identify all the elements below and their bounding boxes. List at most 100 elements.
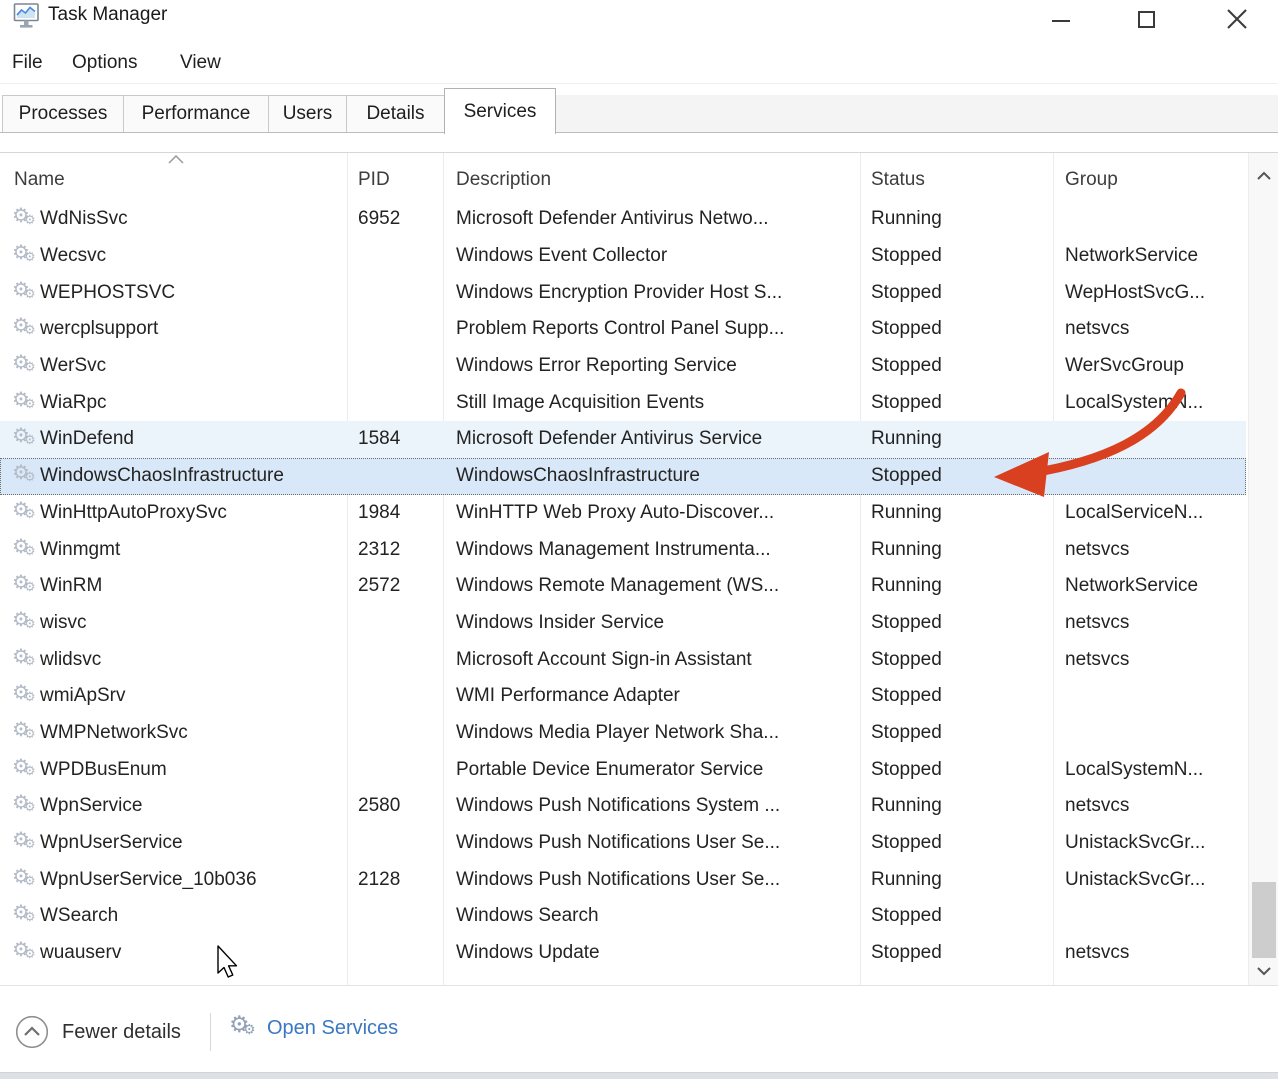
tab-users[interactable]: Users <box>268 95 347 132</box>
service-row[interactable]: ⚙︎⚙︎WiaRpcStill Image Acquisition Events… <box>0 384 1246 421</box>
window-title: Task Manager <box>48 4 167 26</box>
service-description: Windows Media Player Network Sha... <box>456 722 779 744</box>
scroll-up-button[interactable] <box>1249 161 1278 191</box>
service-row[interactable]: ⚙︎⚙︎WpnService2580Windows Push Notificat… <box>0 788 1246 825</box>
task-manager-window: Task Manager File Options View Processes… <box>0 0 1278 1079</box>
tab-performance[interactable]: Performance <box>123 95 269 132</box>
service-status: Stopped <box>871 355 942 377</box>
column-header-status[interactable]: Status <box>871 169 925 191</box>
service-group: netsvcs <box>1065 942 1129 964</box>
service-group: netsvcs <box>1065 649 1129 671</box>
menu-item-options[interactable]: Options <box>72 52 137 74</box>
service-row[interactable]: ⚙︎⚙︎WpnUserServiceWindows Push Notificat… <box>0 825 1246 862</box>
window-bottom-edge <box>0 1072 1278 1079</box>
service-row[interactable]: ⚙︎⚙︎WinHttpAutoProxySvc1984WinHTTP Web P… <box>0 495 1246 532</box>
chevron-up-circle-icon <box>15 1015 49 1049</box>
service-row[interactable]: ⚙︎⚙︎wisvcWindows Insider ServiceStoppedn… <box>0 605 1246 642</box>
service-name: WinDefend <box>40 428 134 450</box>
service-group: netsvcs <box>1065 612 1129 634</box>
service-gear-icon: ⚙︎⚙︎ <box>12 463 38 489</box>
service-description: Windows Management Instrumenta... <box>456 539 771 561</box>
service-row[interactable]: ⚙︎⚙︎Winmgmt2312Windows Management Instru… <box>0 531 1246 568</box>
column-header-pid[interactable]: PID <box>358 169 390 191</box>
service-name: WerSvc <box>40 355 106 377</box>
service-description: Windows Error Reporting Service <box>456 355 737 377</box>
open-services-label: Open Services <box>267 1017 398 1040</box>
service-status: Stopped <box>871 245 942 267</box>
service-row[interactable]: ⚙︎⚙︎WdNisSvc6952Microsoft Defender Antiv… <box>0 201 1246 238</box>
service-row[interactable]: ⚙︎⚙︎WerSvc Windows Error Reporting Servic… <box>0 348 1246 385</box>
service-status: Stopped <box>871 905 942 927</box>
service-row[interactable]: ⚙︎⚙︎WPDBusEnumPortable Device Enumerator… <box>0 751 1246 788</box>
service-status: Running <box>871 795 942 817</box>
maximize-button[interactable] <box>1121 0 1173 36</box>
service-row[interactable]: ⚙︎⚙︎WEPHOSTSVCWindows Encryption Provide… <box>0 274 1246 311</box>
services-gear-icon: ⚙︎ ⚙︎ <box>229 1013 257 1043</box>
task-manager-app-icon <box>13 1 40 31</box>
service-status: Stopped <box>871 612 942 634</box>
service-name: wmiApSrv <box>40 685 126 707</box>
scrollbar[interactable] <box>1248 153 1278 986</box>
fewer-details-label: Fewer details <box>62 1021 181 1044</box>
service-description: Windows Insider Service <box>456 612 664 634</box>
service-row[interactable]: ⚙︎⚙︎wercplsupportProblem Reports Control… <box>0 311 1246 348</box>
close-button[interactable] <box>1211 0 1263 36</box>
service-name: WinHttpAutoProxySvc <box>40 502 227 524</box>
service-description: Microsoft Defender Antivirus Service <box>456 428 762 450</box>
service-name: wuauserv <box>40 942 121 964</box>
open-services-link[interactable]: ⚙︎ ⚙︎ Open Services <box>229 1013 398 1043</box>
service-gear-icon: ⚙︎⚙︎ <box>12 206 38 232</box>
chevron-down-icon <box>1256 966 1272 976</box>
service-row[interactable]: ⚙︎⚙︎wlidsvcMicrosoft Account Sign-in Ass… <box>0 641 1246 678</box>
service-status: Stopped <box>871 392 942 414</box>
service-gear-icon: ⚙︎⚙︎ <box>12 316 38 342</box>
service-description: Portable Device Enumerator Service <box>456 759 763 781</box>
column-header-name[interactable]: Name <box>14 169 65 191</box>
service-description: Windows Push Notifications System ... <box>456 795 780 817</box>
service-pid: 2580 <box>358 795 400 817</box>
service-gear-icon: ⚙︎⚙︎ <box>12 830 38 856</box>
service-name: WindowsChaosInfrastructure <box>40 465 284 487</box>
scroll-thumb[interactable] <box>1252 882 1276 958</box>
service-status: Running <box>871 428 942 450</box>
menu-item-file[interactable]: File <box>12 52 43 74</box>
service-row[interactable]: ⚙︎⚙︎wuauservWindows UpdateStoppednetsvcs <box>0 935 1246 972</box>
service-name: WdNisSvc <box>40 208 128 230</box>
service-row[interactable]: ⚙︎⚙︎WinRM2572Windows Remote Management (… <box>0 568 1246 605</box>
service-description: Windows Remote Management (WS... <box>456 575 779 597</box>
service-row[interactable]: ⚙︎⚙︎WinDefend1584Microsoft Defender Anti… <box>0 421 1246 458</box>
service-gear-icon: ⚙︎⚙︎ <box>12 390 38 416</box>
service-row[interactable]: ⚙︎⚙︎WSearchWindows SearchStopped <box>0 898 1246 935</box>
tab-details[interactable]: Details <box>346 95 445 132</box>
service-description: WMI Performance Adapter <box>456 685 680 707</box>
service-row[interactable]: ⚙︎⚙︎WecsvcWindows Event CollectorStopped… <box>0 238 1246 275</box>
service-status: Running <box>871 539 942 561</box>
service-gear-icon: ⚙︎⚙︎ <box>12 683 38 709</box>
service-status: Stopped <box>871 282 942 304</box>
service-gear-icon: ⚙︎⚙︎ <box>12 353 38 379</box>
service-row[interactable]: ⚙︎⚙︎WpnUserService_10b0362128Windows Pus… <box>0 861 1246 898</box>
service-name: wercplsupport <box>40 318 158 340</box>
column-header-group[interactable]: Group <box>1065 169 1118 191</box>
minimize-button[interactable] <box>1035 0 1087 36</box>
tabstrip-border <box>0 132 1278 133</box>
tab-services[interactable]: Services <box>444 88 556 134</box>
service-group: UnistackSvcGr... <box>1065 832 1205 854</box>
column-header-description[interactable]: Description <box>456 169 551 191</box>
service-description: Windows Push Notifications User Se... <box>456 869 780 891</box>
fewer-details-button[interactable]: Fewer details <box>15 1015 181 1049</box>
service-gear-icon: ⚙︎⚙︎ <box>12 647 38 673</box>
service-description: Still Image Acquisition Events <box>456 392 704 414</box>
menubar: File Options View <box>0 44 1278 84</box>
service-name: WPDBusEnum <box>40 759 167 781</box>
service-row[interactable]: ⚙︎⚙︎WMPNetworkSvcWindows Media Player Ne… <box>0 715 1246 752</box>
service-gear-icon: ⚙︎⚙︎ <box>12 573 38 599</box>
service-status: Stopped <box>871 832 942 854</box>
scroll-down-button[interactable] <box>1249 956 1278 986</box>
service-row[interactable]: ⚙︎⚙︎wmiApSrv WMI Performance Adapter Stopp… <box>0 678 1246 715</box>
menu-item-view[interactable]: View <box>180 52 221 74</box>
service-gear-icon: ⚙︎⚙︎ <box>12 903 38 929</box>
tab-processes[interactable]: Processes <box>2 95 124 132</box>
service-status: Stopped <box>871 685 942 707</box>
service-row[interactable]: ⚙︎⚙︎WindowsChaosInfrastructureWindowsCha… <box>0 458 1246 495</box>
